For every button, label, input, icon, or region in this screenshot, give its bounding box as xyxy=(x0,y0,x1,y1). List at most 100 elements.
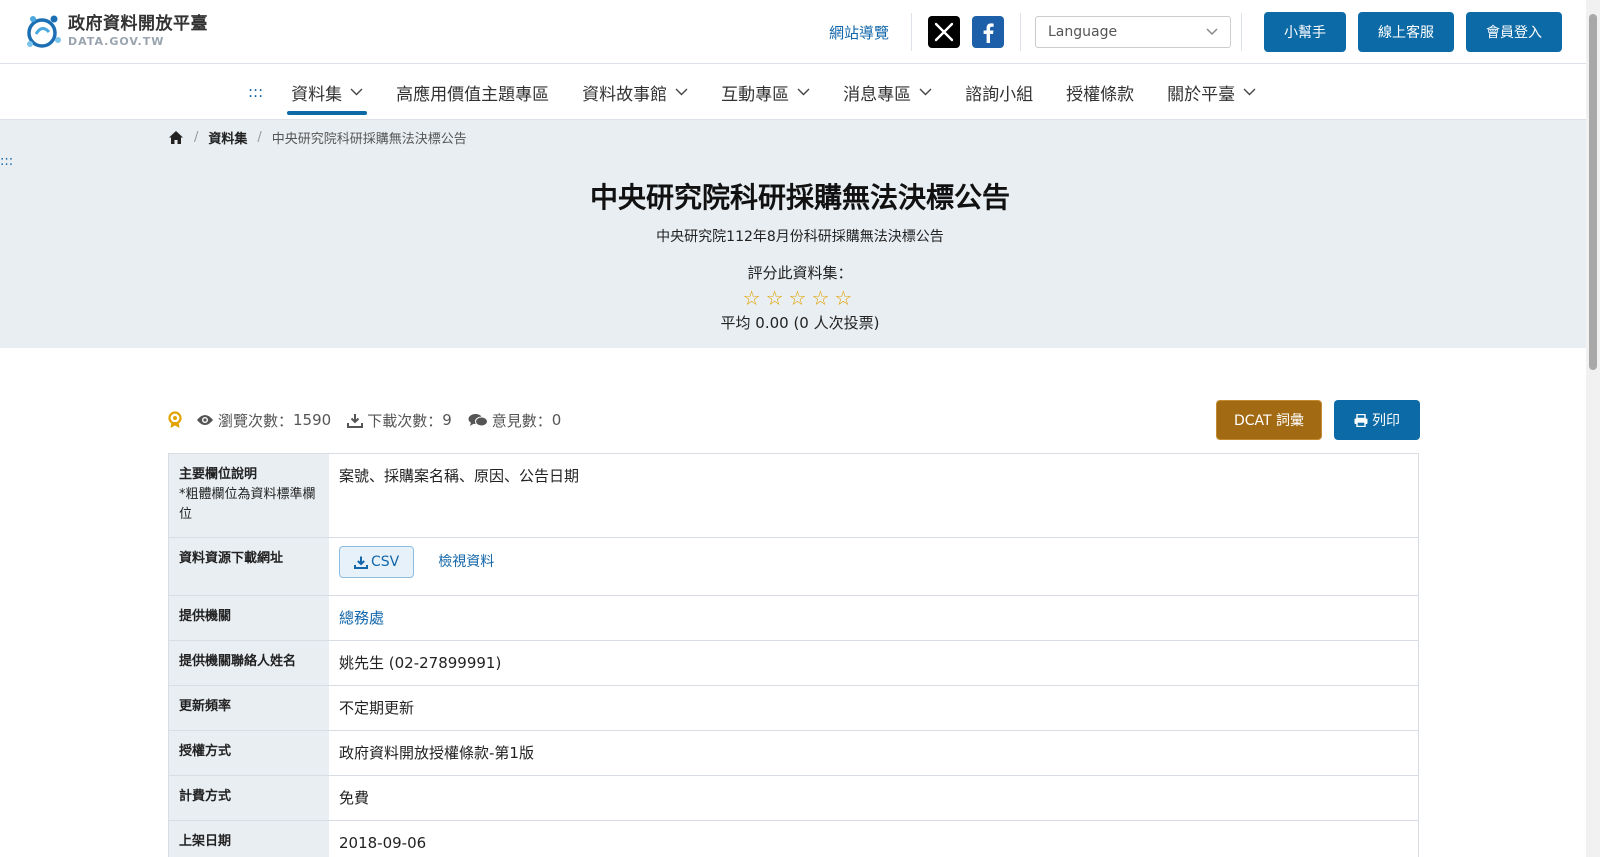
page-scrollbar[interactable] xyxy=(1586,0,1600,857)
logo-title: 政府資料開放平臺 xyxy=(68,14,208,34)
rating-label: 評分此資料集： xyxy=(747,264,853,282)
csv-label: CSV xyxy=(371,554,400,570)
page-title: 中央研究院科研採購無法決標公告 xyxy=(589,181,1010,214)
agency-link[interactable]: 總務處 xyxy=(339,608,384,628)
downloads-label: 下載次數： xyxy=(367,411,443,430)
header-divider xyxy=(911,13,912,51)
print-button[interactable]: 列印 xyxy=(1334,400,1420,440)
dataset-stats-bar: 瀏覽次數： 1590 下載次數： 9 意見數： 0 DCAT 詞彙 列印 xyxy=(168,400,1420,440)
download-url-label: 資料資源下載網址 xyxy=(169,538,329,595)
table-row: 提供機關 總務處 xyxy=(168,596,1419,641)
site-logo[interactable]: 政府資料開放平臺 DATA.GOV.TW xyxy=(22,10,208,52)
dataset-hero: / 資料集 / 中央研究院科研採購無法決標公告 ::: 中央研究院科研採購無法決… xyxy=(0,120,1600,348)
star-rating-input[interactable]: ☆☆☆☆☆ xyxy=(0,286,1600,310)
nav-item-interactive[interactable]: 互動專區 xyxy=(721,64,810,120)
nav-item-label: 消息專區 xyxy=(843,84,912,105)
nav-item-label: 關於平臺 xyxy=(1167,84,1236,105)
nav-item-news[interactable]: 消息專區 xyxy=(843,64,932,120)
nav-item-high-value[interactable]: 高應用價值主題專區 xyxy=(396,64,549,120)
views-count: 1590 xyxy=(293,411,332,429)
table-row: 提供機關聯絡人姓名 姚先生 (02-27899991) xyxy=(168,641,1419,686)
logo-subtitle: DATA.GOV.TW xyxy=(68,35,165,48)
views-label: 瀏覽次數： xyxy=(218,411,294,430)
license-label: 授權方式 xyxy=(169,731,329,775)
member-login-button[interactable]: 會員登入 xyxy=(1466,12,1562,52)
chevron-down-icon xyxy=(350,88,363,96)
download-icon xyxy=(354,556,368,569)
dcat-vocabulary-button[interactable]: DCAT 詞彙 xyxy=(1216,400,1322,440)
table-row: 主要欄位說明 *粗體欄位為資料標準欄位 案號、採購案名稱、原因、公告日期 xyxy=(168,454,1419,538)
breadcrumb-datasets[interactable]: 資料集 xyxy=(208,128,247,147)
language-select[interactable]: Language xyxy=(1035,16,1231,48)
view-data-link[interactable]: 檢視資料 xyxy=(438,552,494,572)
breadcrumb-current: 中央研究院科研採購無法決標公告 xyxy=(271,132,467,147)
downloads-count: 9 xyxy=(442,411,452,429)
header-divider xyxy=(1020,13,1021,51)
logo-mark-icon xyxy=(22,10,64,52)
language-select-value: Language xyxy=(1048,24,1118,40)
table-row: 計費方式 免費 xyxy=(168,776,1419,821)
comments-count: 0 xyxy=(551,411,562,429)
table-row: 上架日期 2018-09-06 xyxy=(168,821,1419,857)
medal-icon xyxy=(168,411,182,428)
csv-download-button[interactable]: CSV xyxy=(339,546,415,578)
helper-button[interactable]: 小幫手 xyxy=(1264,12,1346,52)
comments-label: 意見數： xyxy=(491,411,552,430)
content-accesskey[interactable]: ::: xyxy=(0,154,13,169)
print-button-label: 列印 xyxy=(1372,413,1400,429)
site-header: 政府資料開放平臺 DATA.GOV.TW 網站導覽 Language 小幫手 線… xyxy=(0,0,1600,64)
frequency-label: 更新頻率 xyxy=(169,686,329,730)
nav-accesskey[interactable]: ::: xyxy=(248,83,263,101)
breadcrumb-separator: / xyxy=(194,130,199,145)
nav-item-label: 授權條款 xyxy=(1066,84,1135,105)
comments-stat: 意見數： 0 xyxy=(468,410,562,431)
eye-icon xyxy=(197,415,213,425)
nav-item-label: 資料集 xyxy=(291,84,343,105)
download-icon xyxy=(347,413,364,428)
contact-value: 姚先生 (02-27899991) xyxy=(339,654,502,672)
comments-icon xyxy=(468,413,488,426)
dataset-metadata-table: 主要欄位說明 *粗體欄位為資料標準欄位 案號、採購案名稱、原因、公告日期 資料資… xyxy=(168,453,1419,857)
fields-label: 主要欄位說明 xyxy=(179,467,258,482)
views-stat: 瀏覽次數： 1590 xyxy=(196,410,331,431)
dataset-description: 中央研究院112年8月份科研採購無法決標公告 xyxy=(656,229,944,245)
breadcrumb-separator: / xyxy=(257,130,262,145)
scrollbar-thumb[interactable] xyxy=(1589,14,1597,370)
agency-label: 提供機關 xyxy=(169,596,329,640)
nav-item-label: 互動專區 xyxy=(721,84,790,105)
table-row: 更新頻率 不定期更新 xyxy=(168,686,1419,731)
chevron-down-icon xyxy=(919,88,932,96)
table-row: 資料資源下載網址 CSV 檢視資料 xyxy=(168,538,1419,596)
frequency-value: 不定期更新 xyxy=(339,699,415,717)
chevron-down-icon xyxy=(1206,28,1218,36)
nav-item-stories[interactable]: 資料故事館 xyxy=(582,64,688,120)
nav-item-label: 諮詢小組 xyxy=(965,84,1034,105)
publish-date-label: 上架日期 xyxy=(169,821,329,857)
sitemap-link[interactable]: 網站導覽 xyxy=(829,22,901,43)
fields-note: *粗體欄位為資料標準欄位 xyxy=(179,487,316,522)
fields-value: 案號、採購案名稱、原因、公告日期 xyxy=(339,467,580,485)
downloads-stat: 下載次數： 9 xyxy=(347,410,452,431)
rating-average: 平均 0.00 (0 人次投票) xyxy=(720,314,880,332)
nav-item-about[interactable]: 關於平臺 xyxy=(1167,64,1256,120)
chevron-down-icon xyxy=(797,88,810,96)
breadcrumb: / 資料集 / 中央研究院科研採購無法決標公告 xyxy=(168,128,467,147)
nav-item-datasets[interactable]: 資料集 xyxy=(287,64,368,120)
home-icon[interactable] xyxy=(168,130,184,145)
table-row: 授權方式 政府資料開放授權條款-第1版 xyxy=(168,731,1419,776)
fee-value: 免費 xyxy=(339,789,370,807)
license-value: 政府資料開放授權條款-第1版 xyxy=(339,744,534,762)
chevron-down-icon xyxy=(675,88,688,96)
nav-item-label: 高應用價值主題專區 xyxy=(396,84,550,105)
fee-label: 計費方式 xyxy=(169,776,329,820)
x-twitter-icon[interactable] xyxy=(928,16,960,48)
contact-label: 提供機關聯絡人姓名 xyxy=(169,641,329,685)
publish-date-value: 2018-09-06 xyxy=(339,834,427,852)
main-nav: ::: 資料集 高應用價值主題專區 資料故事館 互動專區 消息專區 諮詢小組 授… xyxy=(0,64,1600,120)
printer-icon xyxy=(1354,413,1368,427)
facebook-icon[interactable] xyxy=(972,16,1004,48)
nav-item-label: 資料故事館 xyxy=(582,84,668,105)
online-service-button[interactable]: 線上客服 xyxy=(1358,12,1454,52)
nav-item-advisory[interactable]: 諮詢小組 xyxy=(965,64,1033,120)
nav-item-license[interactable]: 授權條款 xyxy=(1066,64,1134,120)
